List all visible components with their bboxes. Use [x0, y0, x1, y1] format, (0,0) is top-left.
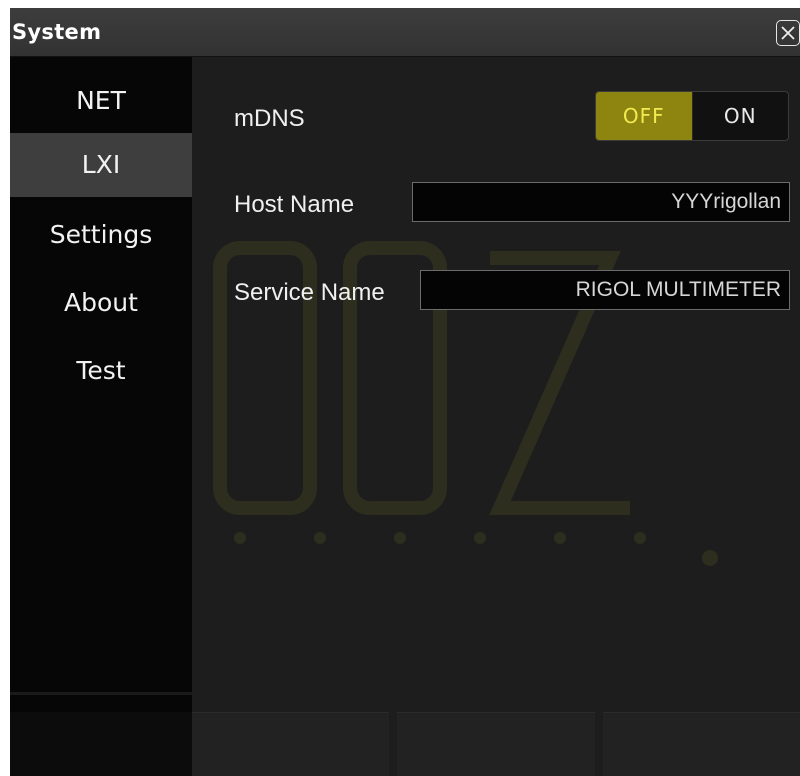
sidebar-item-net[interactable]: NET [10, 69, 192, 133]
softkey-placeholder [192, 712, 390, 776]
softkey-placeholder [602, 712, 800, 776]
host-name-label: Host Name [234, 191, 355, 218]
sidebar: NET LXI Settings About Test [10, 57, 192, 776]
system-dialog: System NET LXI Settings About Test mDNS … [10, 8, 800, 776]
service-name-field[interactable]: RIGOL MULTIMETER [420, 270, 790, 310]
close-button[interactable] [776, 20, 800, 46]
sidebar-divider [10, 692, 192, 695]
sidebar-bottom-area [10, 712, 192, 776]
sidebar-item-lxi[interactable]: LXI [10, 133, 192, 197]
service-name-label: Service Name [234, 279, 385, 306]
close-icon [781, 26, 795, 40]
mdns-off-option[interactable]: OFF [596, 92, 693, 140]
mdns-label: mDNS [234, 105, 305, 132]
softkey-placeholder [397, 712, 595, 776]
sidebar-item-test[interactable]: Test [10, 339, 192, 403]
host-name-field[interactable]: YYYrigollan [412, 182, 790, 222]
bottom-softkey-strip [192, 712, 800, 776]
dialog-title: System [12, 20, 102, 44]
mdns-on-option[interactable]: ON [693, 92, 789, 140]
sidebar-item-settings[interactable]: Settings [10, 203, 192, 267]
sidebar-item-about[interactable]: About [10, 271, 192, 335]
mdns-toggle[interactable]: OFF ON [595, 91, 789, 141]
lxi-settings-panel: mDNS OFF ON Host Name YYYrigollan Servic… [192, 57, 800, 776]
title-bar: System [10, 8, 800, 57]
